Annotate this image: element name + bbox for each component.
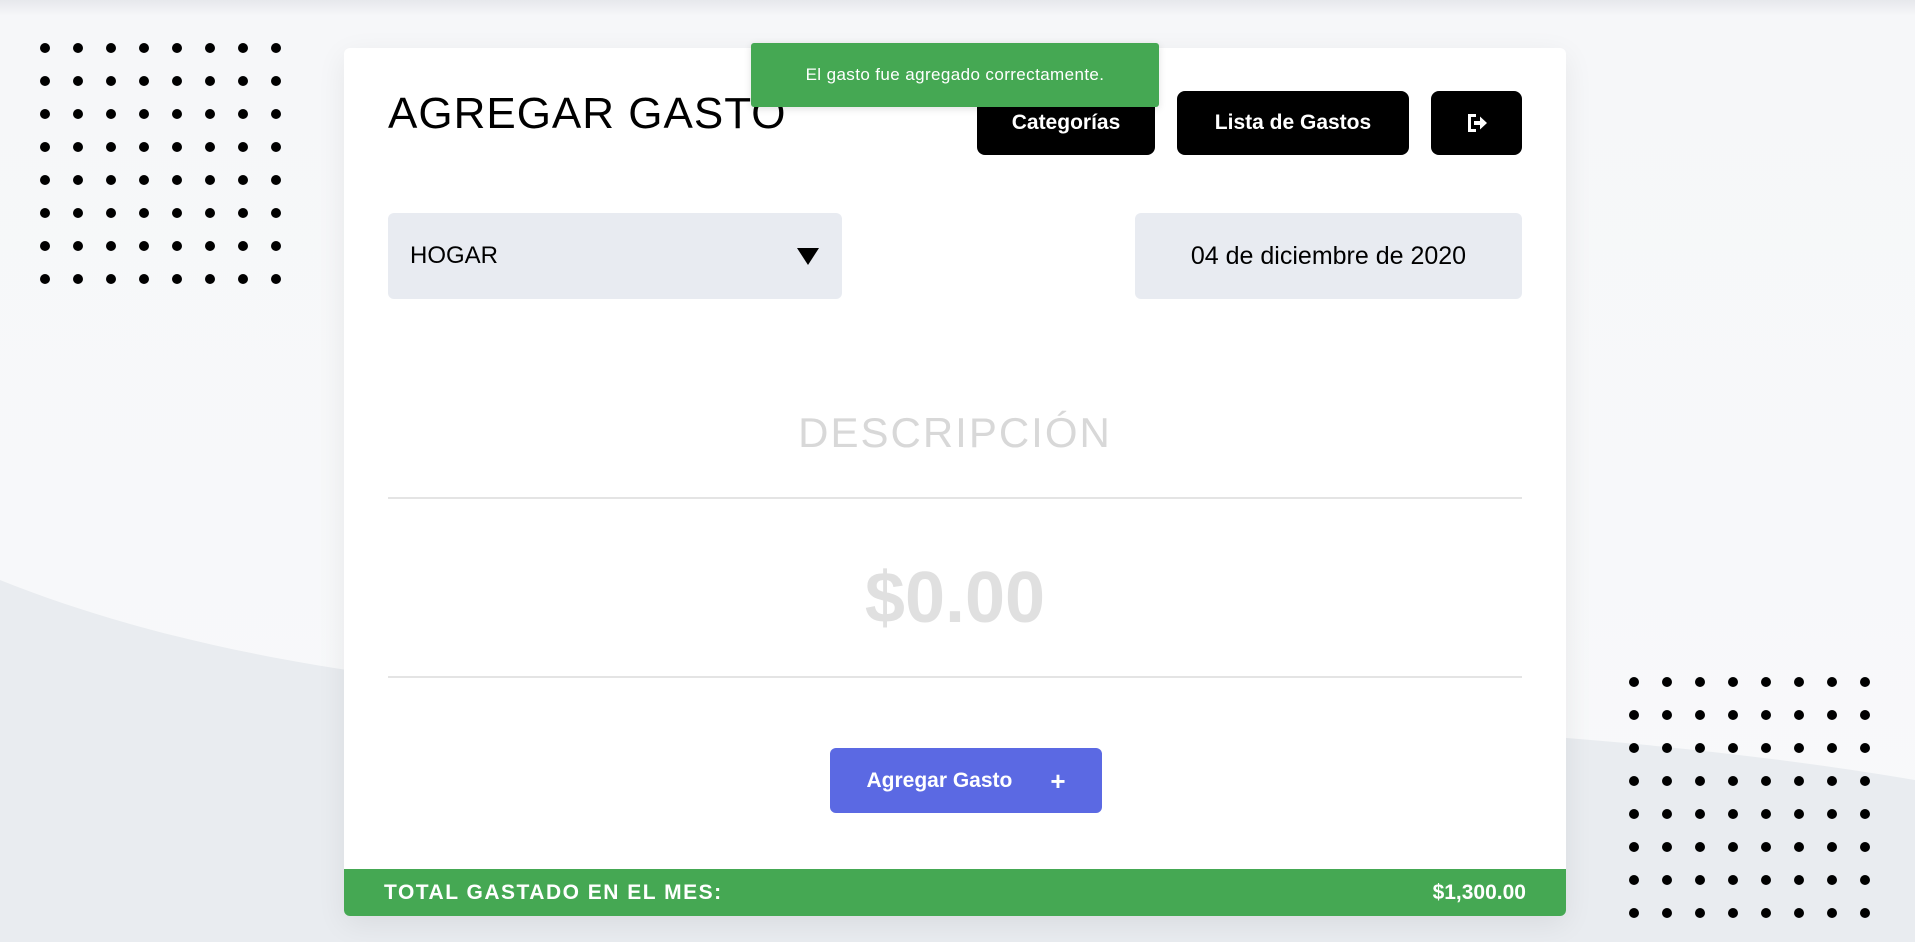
monthly-total-bar: TOTAL GASTADO EN EL MES: $1,300.00 [344, 869, 1566, 916]
decorative-dots-bottom-right [1629, 677, 1870, 918]
plus-icon: + [1050, 765, 1066, 796]
success-toast: El gasto fue agregado correctamente. [751, 43, 1159, 107]
description-divider [388, 497, 1522, 499]
amount-input[interactable] [388, 548, 1522, 648]
date-picker[interactable]: 04 de diciembre de 2020 [1135, 213, 1522, 299]
logout-button[interactable] [1431, 91, 1522, 155]
category-select-value: HOGAR [410, 242, 499, 269]
add-expense-card: AGREGAR GASTO Categorías Lista de Gastos… [344, 48, 1566, 916]
description-input[interactable] [388, 398, 1522, 468]
category-select[interactable]: HOGAR [388, 213, 842, 299]
caret-down-icon [797, 248, 819, 265]
monthly-total-label: TOTAL GASTADO EN EL MES: [384, 880, 723, 904]
add-expense-button[interactable]: Agregar Gasto + [830, 748, 1102, 813]
add-expense-button-label: Agregar Gasto [866, 768, 1013, 792]
expense-list-button[interactable]: Lista de Gastos [1177, 91, 1409, 155]
monthly-total-value: $1,300.00 [1432, 880, 1526, 904]
amount-divider [388, 676, 1522, 678]
page-title: AGREGAR GASTO [388, 89, 787, 138]
decorative-dots-top-left [40, 43, 281, 284]
logout-icon [1467, 114, 1487, 132]
